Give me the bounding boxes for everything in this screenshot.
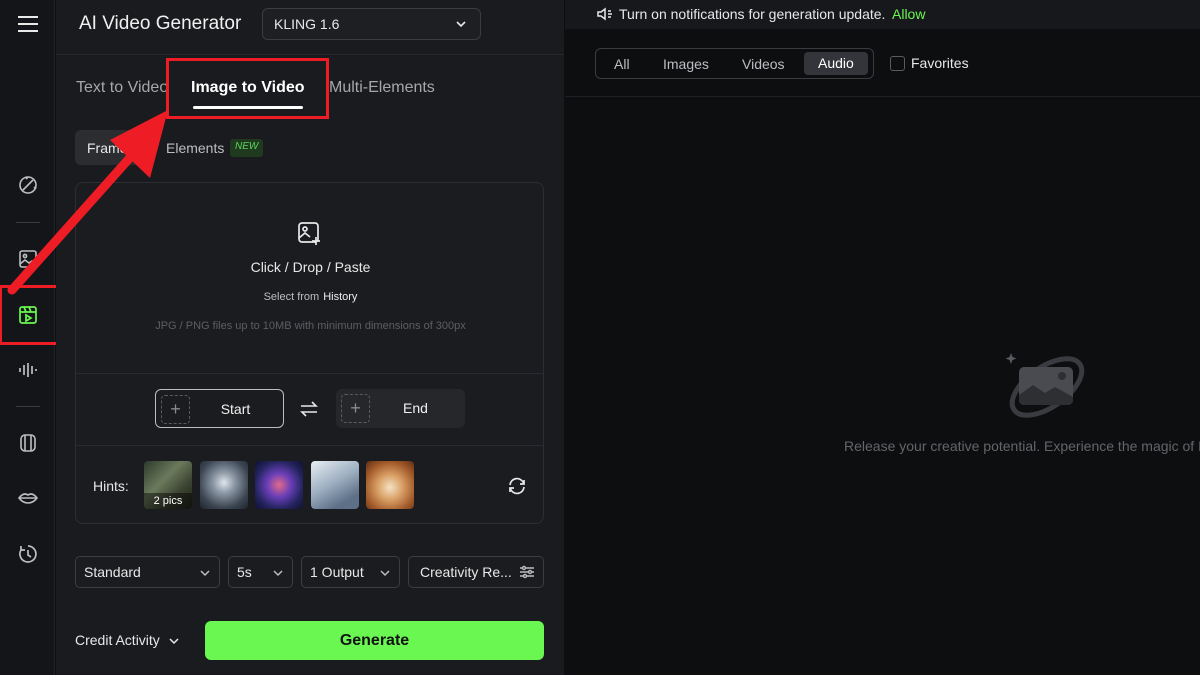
creativity-select[interactable]: Creativity Re... (408, 556, 544, 588)
end-frame-button[interactable]: + End (336, 389, 465, 428)
subtab-elements[interactable]: Elements (166, 140, 224, 156)
chevron-down-icon (380, 570, 390, 577)
hint-thumb-forest[interactable]: 2 pics (144, 461, 192, 509)
history-link[interactable]: History (323, 291, 357, 303)
creativity-value: Creativity Re... (420, 564, 512, 580)
credit-label: Credit Activity (75, 632, 160, 648)
file-requirements: JPG / PNG files up to 10MB with minimum … (155, 320, 466, 332)
duration-value: 5s (237, 564, 252, 580)
swap-icon[interactable] (298, 399, 320, 419)
output-count-select[interactable]: 1 Output (301, 556, 400, 588)
quality-select[interactable]: Standard (75, 556, 220, 588)
select-from-text: Select from History (76, 291, 545, 303)
filter-images[interactable]: Images (663, 56, 709, 72)
sliders-icon (520, 565, 534, 579)
upload-dropzone[interactable]: Click / Drop / Paste Select from History … (75, 182, 544, 524)
chevron-down-icon (273, 570, 283, 577)
filter-all[interactable]: All (614, 56, 630, 72)
avatar-icon[interactable] (14, 429, 42, 457)
quality-value: Standard (84, 564, 141, 580)
output-count-value: 1 Output (310, 564, 364, 580)
filter-tabs: All Images Videos Audio (595, 48, 874, 79)
chevron-down-icon (169, 638, 179, 645)
generator-panel: AI Video Generator KLING 1.6 Text to Vid… (56, 0, 564, 675)
magic-brush-icon[interactable] (14, 171, 42, 199)
chevron-down-icon (200, 570, 210, 577)
notification-text: Turn on notifications for generation upd… (619, 6, 886, 22)
generate-button[interactable]: Generate (205, 621, 544, 660)
plus-icon: + (341, 394, 370, 423)
history-icon[interactable] (14, 540, 42, 568)
highlight-video-nav (0, 285, 61, 345)
plus-icon: + (161, 395, 190, 424)
subtab-frames[interactable]: Frames (75, 130, 155, 165)
start-label: Start (220, 401, 251, 417)
audio-wave-icon[interactable] (14, 356, 42, 384)
image-upload-icon (298, 222, 320, 245)
hint-thumb-animal[interactable] (366, 461, 414, 509)
filter-audio[interactable]: Audio (804, 52, 868, 75)
duration-select[interactable]: 5s (228, 556, 293, 588)
hint-thumb-snow[interactable] (311, 461, 359, 509)
results-area: Turn on notifications for generation upd… (565, 0, 1200, 675)
image-icon[interactable] (14, 245, 42, 273)
favorites-label[interactable]: Favorites (911, 55, 969, 71)
model-select[interactable]: KLING 1.6 (262, 8, 481, 40)
menu-icon[interactable] (14, 10, 42, 38)
app-title: AI Video Generator (79, 13, 242, 34)
end-label: End (403, 400, 428, 416)
new-badge: NEW (230, 139, 264, 157)
notification-bar: Turn on notifications for generation upd… (565, 0, 1200, 29)
start-frame-button[interactable]: + Start (155, 389, 284, 428)
tab-multi-elements[interactable]: Multi-Elements (329, 79, 435, 97)
tab-text-to-video[interactable]: Text to Video (76, 79, 168, 97)
highlight-image-to-video (166, 58, 329, 119)
pics-count: 2 pics (144, 493, 192, 509)
credit-activity[interactable]: Credit Activity (75, 632, 180, 648)
hints-label: Hints: (93, 478, 129, 494)
empty-state-text: Release your creative potential. Experie… (844, 438, 1200, 454)
filter-videos[interactable]: Videos (742, 56, 785, 72)
select-from-label: Select from (263, 291, 320, 303)
empty-state-illustration (1005, 353, 1085, 418)
favorites-checkbox[interactable] (890, 56, 905, 71)
hint-thumb-robe[interactable] (200, 461, 248, 509)
lips-icon[interactable] (14, 484, 42, 512)
upload-title: Click / Drop / Paste (250, 259, 371, 275)
panel-header: AI Video Generator KLING 1.6 (56, 0, 564, 55)
allow-link[interactable]: Allow (892, 6, 925, 22)
refresh-icon[interactable] (506, 475, 528, 497)
model-label: KLING 1.6 (274, 16, 340, 32)
speaker-icon (597, 7, 612, 21)
icon-rail (0, 0, 61, 675)
hint-thumb-portrait[interactable] (255, 461, 303, 509)
chevron-down-icon (456, 21, 466, 28)
